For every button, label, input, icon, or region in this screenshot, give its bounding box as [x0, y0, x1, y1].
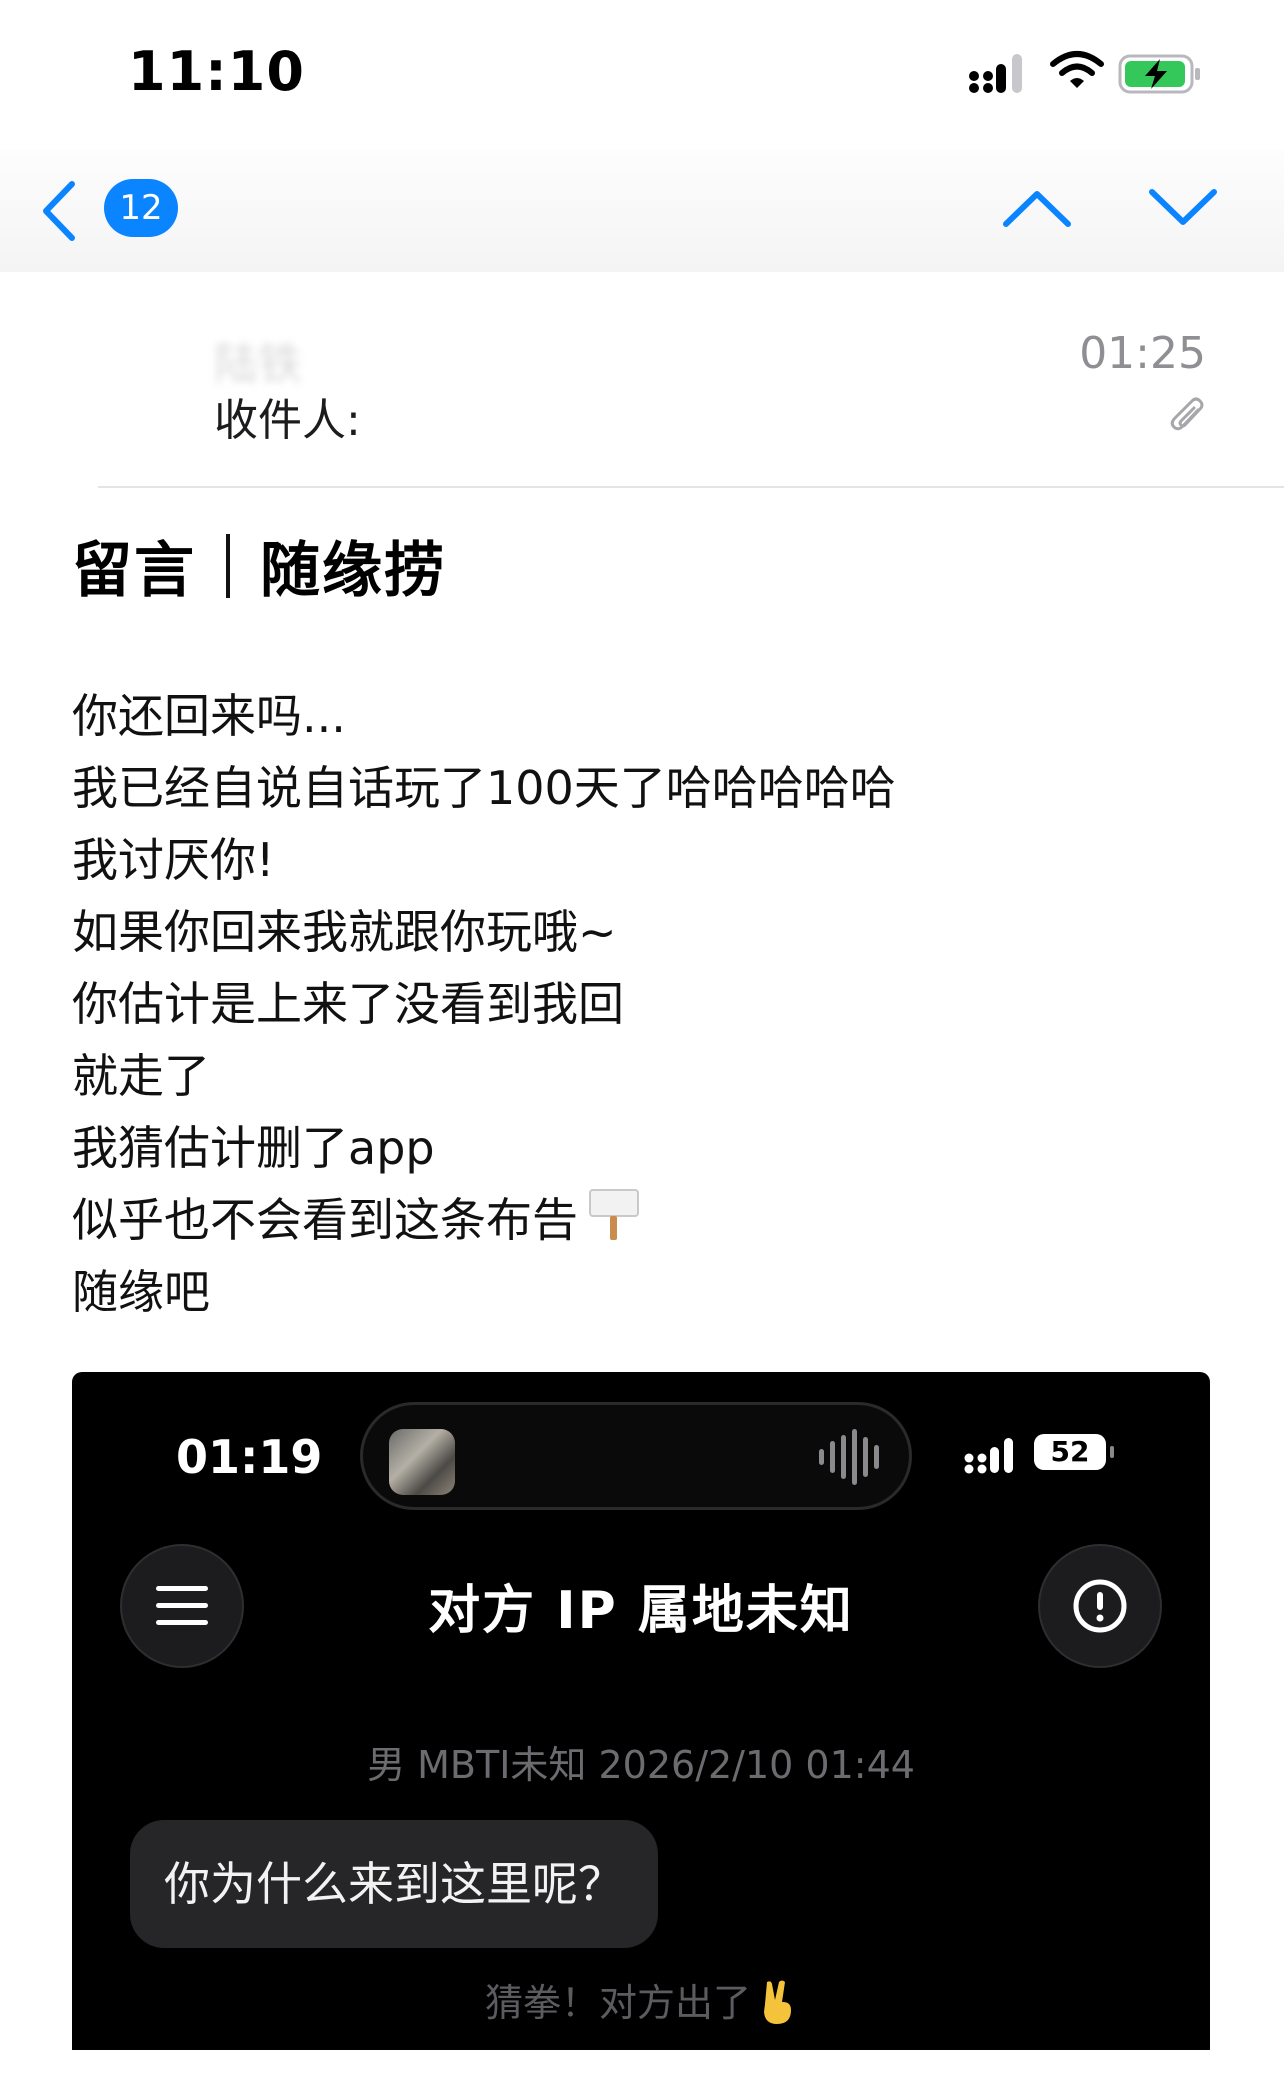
now-playing-artwork [389, 1429, 455, 1495]
body-line-text: 似乎也不会看到这条布告 [72, 1193, 578, 1247]
game-result: 猜拳！对方出了 [72, 1972, 1210, 2027]
status-time: 11:10 [128, 40, 305, 103]
chevron-left-icon[interactable] [36, 178, 86, 244]
embedded-time: 01:19 [176, 1430, 323, 1484]
mail-body: 你还回来吗... 我已经自说自话玩了100天了哈哈哈哈哈 我讨厌你! 如果你回来… [72, 680, 1212, 1328]
body-line: 我讨厌你! [72, 833, 275, 887]
chevron-up-icon[interactable] [1000, 180, 1074, 236]
message-nav-bar: 12 [0, 150, 1284, 272]
wifi-icon [1050, 51, 1104, 88]
body-line-with-icon: 似乎也不会看到这条布告 [72, 1184, 1212, 1256]
body-line: 随缘吧 [72, 1265, 210, 1319]
audio-waveform-icon [819, 1429, 879, 1485]
embedded-battery: 52 [1034, 1434, 1106, 1470]
victory-hand-icon [764, 1980, 791, 2024]
chat-message-bubble[interactable]: 你为什么来到这里呢？ [130, 1820, 658, 1948]
dynamic-island [360, 1402, 912, 1510]
chevron-down-icon[interactable] [1146, 180, 1220, 236]
cellular-signal-icon [969, 54, 1022, 93]
body-line: 就走了 [72, 1049, 210, 1103]
mail-time: 01:25 [1079, 328, 1206, 379]
embedded-signal-icon [964, 1438, 1013, 1474]
embedded-screenshot[interactable]: 01:19 52 对方 IP 属地未知 男 MBTI未知 2026/2/10 0… [72, 1372, 1210, 2050]
body-line: 我猜估计删了app [72, 1121, 435, 1175]
embedded-battery-nub [1110, 1446, 1114, 1458]
body-line: 你还回来吗... [72, 689, 346, 743]
header-divider [98, 486, 1284, 488]
mail-subject: 留言 随缘捞 [72, 522, 446, 609]
exclamation-circle-icon [1073, 1579, 1127, 1633]
game-result-text: 猜拳！对方出了 [484, 1981, 751, 2025]
chat-meta: 男 MBTI未知 2026/2/10 01:44 [367, 1743, 915, 1787]
subject-separator [226, 533, 230, 598]
body-line: 你估计是上来了没看到我回 [72, 977, 624, 1031]
status-bar: 11:10 [0, 0, 1284, 150]
subject-right: 随缘捞 [260, 536, 446, 606]
placard-icon [589, 1189, 639, 1240]
battery-charging-icon [1118, 54, 1200, 94]
sender-name[interactable]: 陆铁 [214, 328, 302, 392]
paperclip-icon [1170, 397, 1204, 431]
recipient-label: 收件人: [214, 395, 361, 446]
body-line: 如果你回来我就跟你玩哦~ [72, 905, 617, 959]
subject-left: 留言 [72, 536, 196, 606]
unread-count-badge[interactable]: 12 [104, 179, 178, 237]
report-button[interactable] [1038, 1544, 1162, 1668]
body-line: 我已经自说自话玩了100天了哈哈哈哈哈 [72, 761, 896, 815]
